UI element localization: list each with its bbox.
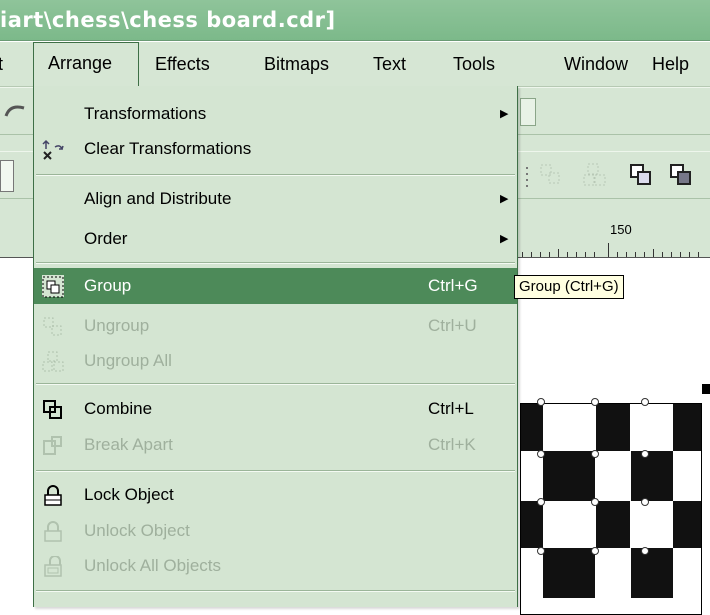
ruler-tick (689, 252, 690, 257)
menu-item-group[interactable]: Group Ctrl+G (34, 268, 517, 304)
selection-handle[interactable] (702, 384, 710, 394)
title-bar: iart\chess\chess board.cdr] (0, 0, 710, 41)
chess-board[interactable] (520, 403, 702, 615)
unlock-icon (42, 521, 62, 542)
submenu-arrow-icon: ▶ (500, 233, 509, 245)
menu-window[interactable]: Window (564, 42, 628, 86)
submenu-arrow-icon: ▶ (500, 108, 509, 120)
ruler-tick (635, 252, 636, 257)
menu-help[interactable]: Help (652, 42, 689, 86)
toolbar-field[interactable] (520, 98, 536, 126)
menu-item-unlock-all-objects: Unlock All Objects (34, 549, 517, 583)
ruler-tick (680, 252, 681, 257)
submenu-arrow-icon: ▶ (500, 193, 509, 205)
menu-tools[interactable]: Tools (453, 42, 495, 86)
ruler-tick (567, 252, 568, 257)
toolbar-weld-icon[interactable] (668, 162, 696, 193)
menu-bar: t Arrange Effects Bitmaps Text Tools Win… (0, 42, 710, 87)
menu-edit-partial[interactable]: t (0, 42, 3, 86)
toolbar-ungroup-all-icon[interactable] (582, 162, 608, 193)
ruler-label-150: 150 (610, 222, 632, 237)
combine-icon (42, 399, 62, 419)
toolbar-ungroup-icon[interactable] (538, 162, 564, 193)
undo-icon[interactable] (2, 102, 28, 120)
ruler-tick (698, 252, 699, 257)
ungroup-icon (42, 316, 62, 336)
group-icon (42, 275, 64, 298)
menu-item-combine[interactable]: Combine Ctrl+L (34, 392, 517, 426)
unlock-all-icon (42, 555, 62, 577)
property-field[interactable] (0, 160, 14, 192)
menu-item-lock-object[interactable]: Lock Object (34, 478, 517, 512)
menu-arrange[interactable]: Arrange (33, 42, 139, 86)
node-handle[interactable] (641, 398, 649, 406)
lock-icon (42, 485, 62, 506)
ruler-tick (540, 252, 541, 257)
menu-item-clear-transformations[interactable]: Clear Transformations (34, 132, 517, 166)
window-title: iart\chess\chess board.cdr] (0, 8, 336, 32)
menu-item-break-apart: Break Apart Ctrl+K (34, 428, 517, 462)
ungroup-all-icon (42, 351, 64, 372)
ruler-tick (585, 252, 586, 257)
ruler-tick (617, 252, 618, 257)
ruler-tick (662, 252, 663, 257)
menu-item-ungroup-all: Ungroup All (34, 344, 517, 378)
ruler-tick (558, 249, 559, 257)
node-handle[interactable] (537, 398, 545, 406)
menu-separator (36, 262, 515, 264)
menu-item-unlock-object: Unlock Object (34, 514, 517, 548)
ruler-tick (626, 252, 627, 257)
node-handle[interactable] (641, 547, 649, 555)
node-handle[interactable] (641, 450, 649, 458)
menu-separator (36, 470, 515, 472)
menu-item-order[interactable]: Order ▶ (34, 222, 517, 256)
ruler-tick (608, 243, 609, 257)
ruler-tick (653, 249, 654, 257)
property-bar-grip-icon (525, 166, 531, 193)
break-apart-icon (42, 435, 62, 455)
ruler-tick (671, 252, 672, 257)
menu-separator (36, 174, 515, 176)
menu-item-transformations[interactable]: Transformations ▶ (34, 97, 517, 131)
menu-item-align-distribute[interactable]: Align and Distribute ▶ (34, 182, 517, 216)
menu-text[interactable]: Text (373, 42, 406, 86)
menu-item-ungroup: Ungroup Ctrl+U (34, 309, 517, 343)
node-handle[interactable] (537, 450, 545, 458)
node-handle[interactable] (591, 547, 599, 555)
node-handle[interactable] (591, 450, 599, 458)
ruler-tick (644, 252, 645, 257)
ruler-tick (594, 252, 595, 257)
clear-transformations-icon (42, 139, 64, 160)
tooltip: Group (Ctrl+G) (514, 275, 624, 299)
ruler-tick (531, 252, 532, 257)
node-handle[interactable] (641, 498, 649, 506)
ruler-tick (522, 252, 523, 257)
node-handle[interactable] (537, 547, 545, 555)
ruler-tick (576, 252, 577, 257)
node-handle[interactable] (591, 398, 599, 406)
menu-bitmaps[interactable]: Bitmaps (264, 42, 329, 86)
toolbar-combine-icon[interactable] (628, 162, 656, 193)
menu-effects[interactable]: Effects (155, 42, 210, 86)
node-handle[interactable] (591, 498, 599, 506)
ruler-tick (549, 252, 550, 257)
menu-separator (36, 383, 515, 385)
node-handle[interactable] (537, 498, 545, 506)
menu-separator (36, 590, 515, 592)
arrange-menu: Transformations ▶ Clear Transformations … (33, 86, 518, 607)
